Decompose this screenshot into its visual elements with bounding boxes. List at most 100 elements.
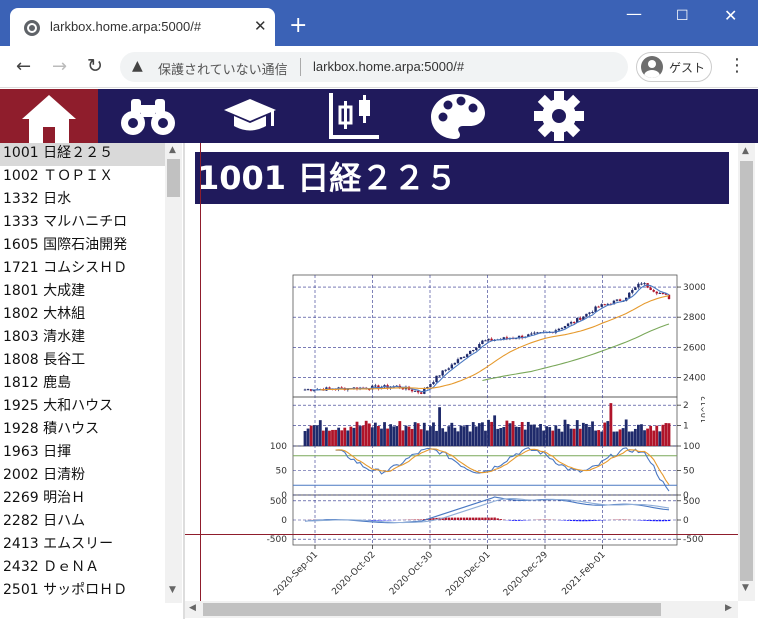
list-item[interactable]: 1001 日経２２５ [0, 143, 165, 166]
list-item[interactable]: 1801 大成建 [0, 281, 165, 304]
warning-icon[interactable]: ▲ [132, 58, 143, 74]
reload-button[interactable]: ↻ [87, 55, 103, 77]
volume-bar [389, 424, 393, 446]
back-button[interactable]: ← [16, 56, 31, 77]
stochastic-d-line [335, 448, 670, 486]
list-item[interactable]: 1605 国際石油開発 [0, 235, 165, 258]
candle-body [603, 304, 606, 306]
macd-histogram-bar [456, 517, 460, 520]
volume-bar [575, 420, 579, 446]
main-vertical-scrollbar[interactable]: ▲ ▼ [738, 143, 755, 601]
volume-bar [633, 428, 637, 446]
volume-bar [309, 425, 313, 446]
macd-histogram-bar [563, 520, 567, 521]
list-item[interactable]: 2002 日清粉 [0, 465, 165, 488]
macd-histogram-bar [462, 517, 466, 520]
stock-chart: 2020-Sep-01 2020-Oct-02 2020-Oct-30 2020-De… [267, 274, 705, 598]
palette-icon[interactable] [428, 89, 488, 143]
candle-body [453, 362, 457, 365]
volume-bar [655, 425, 659, 446]
volume-bar [355, 421, 359, 446]
list-item[interactable]: 2501 サッポロＨＤ [0, 580, 165, 603]
candle-body [563, 326, 567, 329]
candlestick-chart-icon[interactable] [326, 89, 382, 143]
address-bar[interactable]: ▲ 保護されていない通信 larkbox.home.arpa:5000/# [120, 52, 628, 82]
list-item[interactable]: 1333 マルハニチロ [0, 212, 165, 235]
candle-body [438, 375, 441, 377]
list-item[interactable]: 2413 エムスリー [0, 534, 165, 557]
y-tick-label-left: -500 [267, 535, 288, 545]
profile-button[interactable]: ゲスト [636, 52, 712, 82]
candle-body [468, 350, 472, 355]
volume-bar [419, 429, 423, 446]
list-item[interactable]: 1803 清水建 [0, 327, 165, 350]
list-item[interactable]: 1808 長谷工 [0, 350, 165, 373]
volume-bar [352, 427, 356, 446]
candle-body [328, 387, 331, 389]
url-text[interactable]: larkbox.home.arpa:5000/# [313, 59, 464, 74]
volume-bar [425, 430, 429, 446]
y-tick-label-left: 500 [270, 497, 287, 507]
main-horizontal-scrollbar[interactable]: ◀ ▶ [185, 601, 738, 618]
list-item[interactable]: 2269 明治Ｈ [0, 488, 165, 511]
volume-bar [627, 431, 631, 446]
avatar-icon [641, 56, 663, 78]
candle-body [303, 389, 307, 391]
volume-bar [566, 424, 570, 446]
scroll-right-icon[interactable]: ▶ [725, 603, 732, 613]
volume-bar [474, 426, 478, 446]
menu-icon[interactable]: ⋮ [728, 55, 746, 76]
maximize-button[interactable]: ☐ [676, 8, 689, 24]
candle-body [530, 333, 533, 335]
gear-icon[interactable] [530, 89, 588, 143]
scroll-up-icon[interactable]: ▲ [742, 146, 749, 156]
close-tab-icon[interactable]: ✕ [254, 17, 267, 35]
x-tick-label: 2020-Dec-01 [444, 550, 492, 598]
address-separator [300, 58, 301, 76]
scroll-up-icon[interactable]: ▲ [169, 145, 176, 155]
list-item[interactable]: 1928 積ハウス [0, 419, 165, 442]
volume-bar [621, 428, 625, 446]
scroll-left-icon[interactable]: ◀ [189, 603, 196, 613]
volume-bar [325, 427, 328, 446]
candle-body [429, 384, 432, 388]
graduation-cap-icon[interactable] [220, 89, 280, 143]
scroll-down-icon[interactable]: ▼ [169, 585, 176, 595]
tab-title: larkbox.home.arpa:5000/# [50, 19, 202, 34]
list-item[interactable]: 1332 日水 [0, 189, 165, 212]
scroll-thumb[interactable] [203, 603, 661, 616]
scroll-thumb[interactable] [740, 161, 753, 581]
candle-body [618, 299, 622, 301]
minimize-button[interactable]: — [626, 4, 642, 23]
forward-button[interactable]: → [52, 56, 67, 77]
list-item[interactable]: 2432 ＤｅＮＡ [0, 557, 165, 580]
volume-bar [404, 425, 408, 446]
volume-bar [603, 422, 607, 446]
browser-tab[interactable]: larkbox.home.arpa:5000/# ✕ [10, 8, 275, 46]
new-tab-button[interactable]: + [289, 15, 307, 37]
list-item[interactable]: 2282 日ハム [0, 511, 165, 534]
volume-bar [465, 424, 469, 446]
stock-list-scrollbar[interactable]: ▲ ▼ [165, 143, 182, 603]
list-item[interactable]: 1925 大和ハウス [0, 396, 165, 419]
list-item[interactable]: 1002 ＴＯＰＩＸ [0, 166, 165, 189]
candle-body [655, 291, 658, 294]
close-window-button[interactable]: ✕ [724, 6, 737, 25]
volume-bar [407, 426, 411, 446]
candle-body [615, 299, 619, 301]
scroll-thumb[interactable] [167, 159, 180, 197]
candle-body [484, 340, 487, 342]
list-item[interactable]: 1802 大林組 [0, 304, 165, 327]
security-label[interactable]: 保護されていない通信 [158, 59, 288, 78]
home-icon[interactable] [0, 89, 98, 143]
volume-bar [343, 427, 347, 446]
list-item[interactable]: 1812 鹿島 [0, 373, 165, 396]
macd-histogram-bar [450, 517, 454, 520]
scroll-down-icon[interactable]: ▼ [742, 583, 749, 593]
list-item[interactable]: 1963 日揮 [0, 442, 165, 465]
binoculars-icon[interactable] [118, 89, 178, 143]
globe-icon [24, 20, 40, 36]
x-tick-label: 2020-Oct-02 [330, 550, 377, 597]
list-item[interactable]: 1721 コムシスＨＤ [0, 258, 165, 281]
volume-bar [328, 430, 331, 446]
